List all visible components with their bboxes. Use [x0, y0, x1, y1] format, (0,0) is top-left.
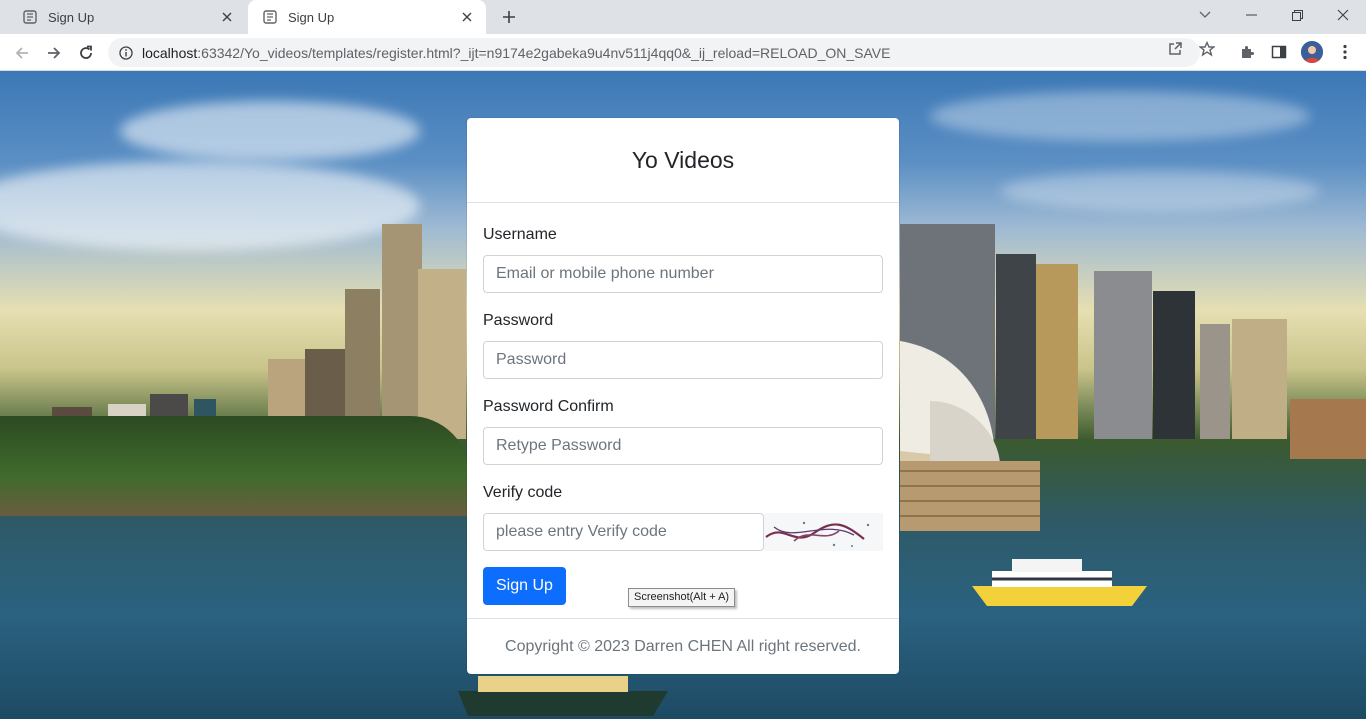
building-shape [1094, 271, 1152, 439]
building-shape [1153, 291, 1195, 439]
close-tab-icon[interactable] [458, 8, 476, 26]
park-greenery [0, 416, 470, 516]
bookmark-star-icon[interactable] [1197, 39, 1217, 59]
verify-code-input[interactable] [483, 513, 764, 551]
forward-button[interactable] [41, 40, 67, 66]
cloud-shape [1000, 171, 1320, 211]
verify-code-label: Verify code [483, 484, 563, 501]
page-favicon-icon [262, 9, 278, 25]
reload-button[interactable] [73, 40, 99, 66]
profile-avatar-icon[interactable] [1301, 41, 1323, 63]
share-icon[interactable] [1165, 39, 1185, 59]
building-shape [1232, 319, 1287, 439]
building-shape [418, 269, 466, 439]
captcha-image[interactable] [764, 513, 883, 551]
page-title: Yo Videos [631, 146, 735, 173]
tab-title: Sign Up [288, 9, 335, 25]
url-text: localhost:63342/Yo_videos/templates/regi… [142, 45, 890, 61]
copyright-footer: Copyright © 2023 Darren CHEN All right r… [467, 618, 899, 674]
password-confirm-label: Password Confirm [483, 398, 614, 415]
username-label: Username [483, 226, 557, 243]
screenshot-tooltip: Screenshot(Alt + A) [628, 588, 736, 607]
restore-button[interactable] [1274, 0, 1320, 30]
ferry-boat-shape [972, 551, 1152, 616]
password-label: Password [483, 312, 554, 329]
cloud-shape [930, 91, 1310, 141]
new-tab-button[interactable] [498, 6, 520, 28]
page-favicon-icon [22, 9, 38, 25]
tab-strip: Sign Up Sign Up [0, 0, 1366, 34]
password-input[interactable] [483, 341, 883, 379]
close-window-button[interactable] [1320, 0, 1366, 30]
browser-tab-2[interactable]: Sign Up [248, 0, 486, 34]
sign-up-button[interactable]: Sign Up [483, 567, 566, 605]
close-tab-icon[interactable] [218, 8, 236, 26]
card-header: Yo Videos [467, 118, 899, 203]
extensions-icon[interactable] [1236, 41, 1258, 63]
minimize-button[interactable] [1228, 0, 1274, 30]
browser-toolbar: localhost:63342/Yo_videos/templates/regi… [0, 34, 1366, 71]
building-shape [1290, 399, 1366, 459]
menu-kebab-icon[interactable] [1334, 41, 1356, 63]
signup-form: Username Password Password Confirm Verif… [467, 203, 899, 605]
url-path: :63342/Yo_videos/templates/register.html… [197, 44, 891, 61]
browser-tab-1[interactable]: Sign Up [8, 0, 246, 34]
address-bar[interactable]: localhost:63342/Yo_videos/templates/regi… [108, 38, 1200, 67]
tab-search-icon[interactable] [1182, 0, 1228, 30]
building-shape [382, 224, 422, 439]
side-panel-icon[interactable] [1268, 41, 1290, 63]
building-shape [1200, 324, 1230, 439]
cloud-shape [120, 101, 420, 161]
site-info-icon[interactable] [118, 45, 134, 61]
password-confirm-input[interactable] [483, 427, 883, 465]
building-shape [1036, 264, 1078, 439]
opera-house-shape [900, 341, 1050, 531]
tab-title: Sign Up [48, 9, 95, 25]
cloud-shape [0, 161, 420, 251]
url-host: localhost [142, 44, 198, 61]
username-input[interactable] [483, 255, 883, 293]
ferry-boat-shape [458, 671, 673, 719]
back-button[interactable] [9, 40, 35, 66]
